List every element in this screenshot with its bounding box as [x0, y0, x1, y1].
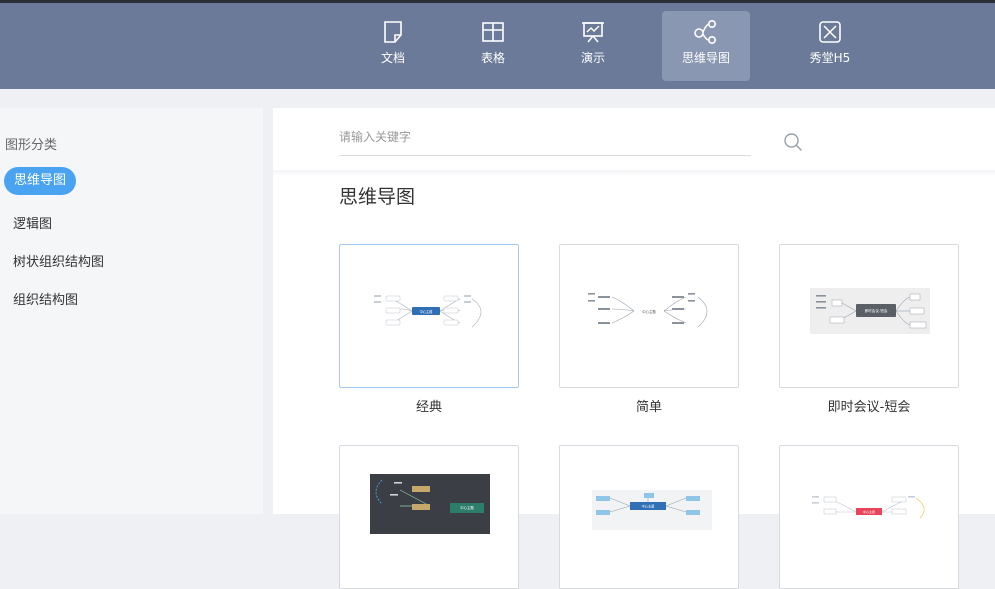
template-thumbnail: 中心主题: [812, 496, 925, 519]
thumb-center-text: 中心主题: [420, 309, 434, 314]
sidebar-item-tree-org-chart[interactable]: 树状组织结构图: [13, 251, 104, 270]
template-gallery: 思维导图 中心主题 经典: [273, 108, 995, 589]
tab-presentation[interactable]: 演示: [549, 11, 637, 81]
template-thumbnail: 中心主题: [374, 295, 482, 328]
section-title: 思维导图: [339, 186, 416, 208]
tab-document[interactable]: 文档: [349, 11, 437, 81]
thumb-center-text: 中心主题: [863, 509, 875, 514]
document-icon: [384, 21, 402, 43]
tab-table[interactable]: 表格: [449, 11, 537, 81]
tab-h5[interactable]: 秀堂H5: [786, 11, 874, 81]
thumb-center-text: 中心主题: [642, 504, 656, 509]
presentation-icon: [582, 22, 604, 43]
template-label-classic: 经典: [415, 400, 442, 415]
template-thumbnail: 即时会议-短会: [810, 288, 930, 334]
search-input[interactable]: [339, 126, 699, 148]
category-sidebar: 图形分类 思维导图 逻辑图 树状组织结构图 组织结构图: [0, 108, 263, 514]
template-card-simple[interactable]: 中心主题: [559, 244, 739, 388]
thumb-center-text: 即时会议-短会: [865, 308, 888, 313]
tab-mindmap[interactable]: 思维导图: [662, 11, 750, 81]
template-thumbnail: 中心主题: [588, 293, 708, 328]
tab-mindmap-label: 思维导图: [681, 51, 730, 65]
search-bar: [339, 118, 802, 156]
h5-icon: [819, 21, 841, 43]
template-card-red[interactable]: 中心主题: [779, 445, 959, 589]
top-navigation-bar: 文档 表格 演示 思维导图 秀堂H5: [0, 0, 995, 89]
sidebar-item-logic-chart[interactable]: 逻辑图: [13, 213, 52, 232]
thumb-center-text: 中心主题: [460, 505, 474, 510]
template-card-meeting[interactable]: 即时会议-短会: [779, 244, 959, 388]
template-card-dark[interactable]: 中心主题: [339, 445, 519, 589]
mindmap-icon: [694, 19, 717, 44]
search-divider: [273, 170, 995, 176]
tab-h5-label: 秀堂H5: [809, 51, 851, 65]
sidebar-title: 图形分类: [5, 138, 58, 153]
tab-presentation-label: 演示: [580, 51, 605, 65]
table-icon: [482, 22, 504, 42]
template-label-simple: 简单: [635, 400, 662, 415]
template-label-meeting: 即时会议-短会: [827, 400, 911, 415]
tab-table-label: 表格: [480, 51, 505, 65]
sidebar-item-org-chart[interactable]: 组织结构图: [13, 289, 78, 308]
template-thumbnail: 中心主题: [592, 490, 712, 530]
thumb-center-text: 中心主题: [642, 309, 656, 314]
sidebar-item-mindmap[interactable]: 思维导图: [4, 167, 77, 195]
tab-document-label: 文档: [380, 51, 405, 65]
template-card-classic[interactable]: 中心主题: [339, 244, 519, 388]
template-card-blue[interactable]: 中心主题: [559, 445, 739, 589]
search-icon[interactable]: [783, 132, 803, 152]
template-thumbnail: 中心主题: [370, 474, 490, 534]
